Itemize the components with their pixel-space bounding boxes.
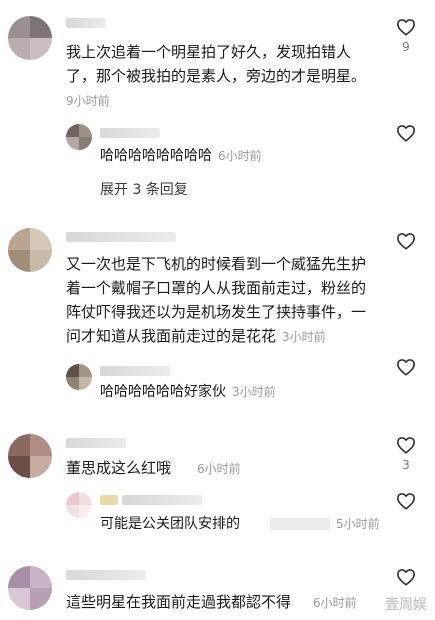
comment-time: 6小时前 xyxy=(197,462,241,476)
comment-text: 我上次追着一个明星拍了好久，发现拍错人了，那个被我拍的是素人，旁边的才是明星。 xyxy=(66,43,367,85)
reply-time: 6小时前 xyxy=(218,149,262,163)
username-blurred[interactable] xyxy=(66,570,146,580)
comment-text: 這些明星在我面前走過我都認不得 6小时前 xyxy=(66,590,357,615)
reply-like-button[interactable] xyxy=(393,358,419,376)
heart-outline-icon xyxy=(397,569,415,586)
reply-text: 哈哈哈哈哈哈好家伙 3小时前 xyxy=(100,380,276,404)
heart-outline-icon xyxy=(397,493,415,510)
like-count: 9 xyxy=(402,40,410,54)
like-button[interactable]: 3 xyxy=(393,436,419,472)
reply-username-blurred[interactable] xyxy=(100,495,118,505)
like-button[interactable] xyxy=(393,568,419,586)
username-blurred[interactable] xyxy=(66,438,126,448)
avatar[interactable] xyxy=(8,566,52,610)
heart-outline-icon xyxy=(397,19,415,36)
comment-text: 董思成这么红哦 6小时前 xyxy=(66,456,241,481)
comment-time: 6小时前 xyxy=(313,596,357,610)
comment-time: 3小时前 xyxy=(282,330,326,344)
avatar[interactable] xyxy=(8,16,52,60)
comment-text-content: 這些明星在我面前走過我都認不得 xyxy=(66,593,292,611)
like-button[interactable]: 9 xyxy=(393,18,419,54)
reply-text: 哈哈哈哈哈哈哈哈 6小时前 xyxy=(100,144,262,168)
comment-time: 9小时前 xyxy=(66,94,110,108)
comment-text-content: 董思成这么红哦 xyxy=(66,459,172,477)
expand-replies-link[interactable]: 展开 3 条回复 xyxy=(100,179,188,199)
like-count: 3 xyxy=(402,458,410,472)
watermark: 壹周娱 xyxy=(385,597,427,613)
avatar[interactable] xyxy=(8,434,52,478)
heart-outline-icon xyxy=(397,233,415,250)
reply-avatar[interactable] xyxy=(66,364,92,390)
username-blurred[interactable] xyxy=(66,232,176,242)
reply-username-blurred[interactable] xyxy=(100,366,170,376)
blurred-text xyxy=(270,518,330,530)
reply-text: 可能是公关团队安排的 5小时前 xyxy=(100,512,380,536)
heart-outline-icon xyxy=(397,359,415,376)
reply-avatar[interactable] xyxy=(66,492,92,518)
avatar[interactable] xyxy=(8,228,52,272)
reply-username-blurred-2[interactable] xyxy=(122,495,202,505)
heart-outline-icon xyxy=(397,125,415,142)
reply-avatar[interactable] xyxy=(66,124,92,150)
username-blurred[interactable] xyxy=(66,18,106,28)
like-button[interactable] xyxy=(393,232,419,250)
reply-time: 5小时前 xyxy=(336,517,380,531)
reply-text-content: 哈哈哈哈哈哈哈哈 xyxy=(100,148,212,164)
comment-text: 又一次也是下飞机的时候看到一个威猛先生护着一个戴帽子口罩的人从我面前走过，粉丝的… xyxy=(66,252,376,349)
heart-outline-icon xyxy=(397,437,415,454)
reply-like-button[interactable] xyxy=(393,492,419,510)
reply-text-content: 哈哈哈哈哈哈好家伙 xyxy=(100,384,226,400)
reply-like-button[interactable] xyxy=(393,124,419,142)
reply-time: 3小时前 xyxy=(232,385,276,399)
reply-text-content: 可能是公关团队安排的 xyxy=(100,516,240,532)
reply-username-blurred[interactable] xyxy=(100,128,160,138)
